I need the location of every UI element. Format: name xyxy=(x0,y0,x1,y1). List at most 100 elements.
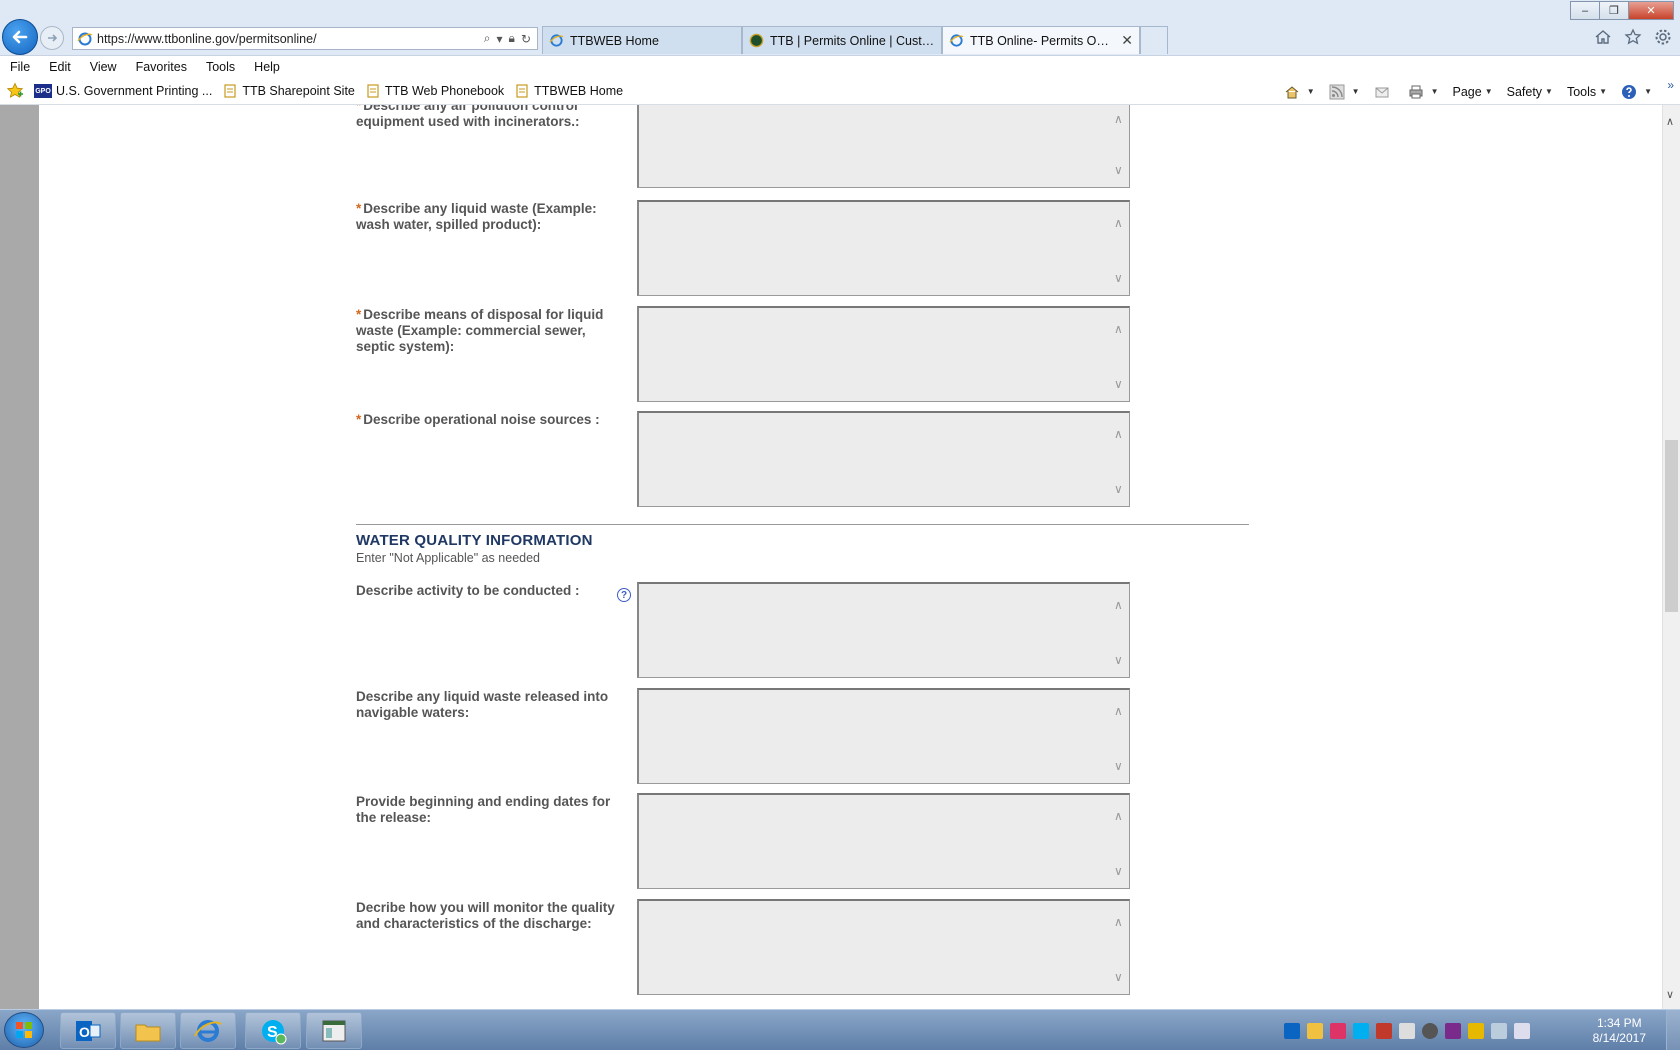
navigable-waters-textarea[interactable]: ∧ ∨ xyxy=(637,688,1130,784)
taskbar-outlook[interactable]: O xyxy=(60,1012,116,1049)
favorites-star-icon[interactable] xyxy=(6,82,24,100)
home-icon[interactable] xyxy=(1594,28,1612,46)
textarea-scrollbar[interactable]: ∧ ∨ xyxy=(1111,584,1129,677)
address-bar[interactable]: https://www.ttbonline.gov/permitsonline/… xyxy=(72,27,538,50)
menu-file[interactable]: File xyxy=(10,60,30,74)
dropdown-arrow-icon[interactable]: ▾ xyxy=(497,32,503,46)
gear-icon[interactable] xyxy=(1654,28,1672,46)
help-icon[interactable]: ? xyxy=(617,588,631,602)
textarea-scrollbar[interactable]: ∧ ∨ xyxy=(1111,202,1129,295)
chevron-up-icon[interactable]: ∧ xyxy=(1114,598,1123,612)
chevron-up-icon[interactable]: ∧ xyxy=(1114,915,1123,929)
chevron-up-icon[interactable]: ∧ xyxy=(1114,704,1123,718)
close-tab-icon[interactable]: ✕ xyxy=(1121,32,1133,49)
outlook-tray-icon[interactable] xyxy=(1284,1022,1300,1039)
close-window-button[interactable]: ✕ xyxy=(1628,1,1674,20)
chevron-up-icon[interactable]: ∧ xyxy=(1114,216,1123,230)
favorite-ttb-phonebook[interactable]: TTB Web Phonebook xyxy=(365,83,504,99)
back-button[interactable] xyxy=(2,19,38,55)
url-text[interactable]: https://www.ttbonline.gov/permitsonline/ xyxy=(97,32,484,46)
chevron-down-icon[interactable]: ∨ xyxy=(1114,482,1123,496)
tab-permits-online-custom[interactable]: TTB | Permits Online | Custom... xyxy=(742,26,942,54)
noise-sources-textarea[interactable]: ∧ ∨ xyxy=(637,411,1130,507)
scrollbar-thumb[interactable] xyxy=(1665,440,1678,612)
minimize-button[interactable]: ‒ xyxy=(1570,1,1600,20)
chevron-more-icon[interactable]: » xyxy=(1667,78,1674,92)
refresh-icon[interactable]: ↻ xyxy=(521,32,531,46)
volume-tray-icon[interactable] xyxy=(1514,1022,1530,1039)
feeds-command[interactable]: ▼ xyxy=(1329,84,1360,100)
favorites-star-icon[interactable] xyxy=(1624,28,1642,46)
print-command[interactable]: ▼ xyxy=(1408,84,1438,100)
chevron-up-icon[interactable]: ∧ xyxy=(1666,115,1674,128)
chevron-down-icon[interactable]: ∨ xyxy=(1114,759,1123,773)
antivirus-tray-icon[interactable] xyxy=(1376,1022,1392,1039)
liquid-waste-textarea[interactable]: ∧ ∨ xyxy=(637,200,1130,296)
chevron-down-icon[interactable]: ∨ xyxy=(1114,653,1123,667)
tab-ttbweb-home[interactable]: TTBWEB Home xyxy=(542,26,742,54)
taskbar-explorer[interactable] xyxy=(120,1012,176,1049)
release-dates-textarea[interactable]: ∧ ∨ xyxy=(637,793,1130,889)
chevron-down-icon[interactable]: ∨ xyxy=(1666,988,1674,1001)
chevron-up-icon[interactable]: ∧ xyxy=(1114,112,1123,126)
new-tab-button[interactable] xyxy=(1140,26,1168,54)
chevron-up-icon[interactable]: ∧ xyxy=(1114,809,1123,823)
safety-menu[interactable]: Safety ▼ xyxy=(1507,85,1553,99)
restore-button[interactable]: ❐ xyxy=(1599,1,1629,20)
menu-favorites[interactable]: Favorites xyxy=(136,60,187,74)
device-tray-icon[interactable] xyxy=(1399,1022,1415,1039)
menu-edit[interactable]: Edit xyxy=(49,60,71,74)
tab-permits-online[interactable]: TTB Online- Permits Online... ✕ xyxy=(942,26,1140,54)
notes-tray-icon[interactable] xyxy=(1307,1022,1323,1039)
taskbar-skype[interactable]: S xyxy=(245,1012,301,1049)
air-pollution-equipment-textarea[interactable]: ∧ ∨ xyxy=(637,105,1130,188)
forward-button[interactable] xyxy=(40,26,64,50)
chevron-down-icon[interactable]: ∨ xyxy=(1114,970,1123,984)
menu-tools[interactable]: Tools xyxy=(206,60,235,74)
chevron-up-icon[interactable]: ∧ xyxy=(1114,427,1123,441)
home-command[interactable]: ▼ xyxy=(1284,84,1315,100)
textarea-scrollbar[interactable]: ∧ ∨ xyxy=(1111,413,1129,506)
menu-help[interactable]: Help xyxy=(254,60,280,74)
start-button[interactable] xyxy=(4,1012,44,1048)
show-desktop-button[interactable] xyxy=(1666,1010,1680,1050)
menu-view[interactable]: View xyxy=(90,60,117,74)
field-label: Provide beginning and ending dates for t… xyxy=(356,794,611,825)
textarea-scrollbar[interactable]: ∧ ∨ xyxy=(1111,795,1129,888)
network-tray-icon[interactable] xyxy=(1491,1022,1507,1039)
required-marker: * xyxy=(356,307,362,322)
textarea-scrollbar[interactable]: ∧ ∨ xyxy=(1111,308,1129,401)
textarea-scrollbar[interactable]: ∧ ∨ xyxy=(1111,690,1129,783)
tab-label: TTB Online- Permits Online... xyxy=(970,33,1113,48)
chevron-down-icon[interactable]: ∨ xyxy=(1114,864,1123,878)
ttb-seal-icon xyxy=(749,33,764,48)
taskbar-internet-explorer[interactable] xyxy=(180,1012,236,1049)
mail-command[interactable] xyxy=(1374,84,1394,100)
favorite-ttb-sharepoint[interactable]: TTB Sharepoint Site xyxy=(222,83,355,99)
favorite-gpo[interactable]: GPO U.S. Government Printing ... xyxy=(34,84,212,98)
sync-tray-icon[interactable] xyxy=(1422,1022,1438,1039)
lock-icon[interactable]: 🔒︎ xyxy=(509,31,515,46)
tools-menu[interactable]: Tools ▼ xyxy=(1567,85,1607,99)
network-tool-tray-icon[interactable] xyxy=(1445,1022,1461,1039)
favorite-ttbweb-home[interactable]: TTBWEB Home xyxy=(514,83,623,99)
chevron-down-icon[interactable]: ∨ xyxy=(1114,271,1123,285)
security-tray-icon[interactable] xyxy=(1468,1022,1484,1039)
textarea-scrollbar[interactable]: ∧ ∨ xyxy=(1111,105,1129,187)
liquid-waste-disposal-textarea[interactable]: ∧ ∨ xyxy=(637,306,1130,402)
chevron-down-icon[interactable]: ∨ xyxy=(1114,377,1123,391)
chevron-down-icon[interactable]: ∨ xyxy=(1114,163,1123,177)
page-scrollbar[interactable]: ∧ ∨ xyxy=(1662,105,1680,1009)
dropdown-caret-icon: ▼ xyxy=(1484,87,1493,96)
page-menu[interactable]: Page ▼ xyxy=(1452,85,1492,99)
discharge-monitoring-textarea[interactable]: ∧ ∨ xyxy=(637,899,1130,995)
textarea-scrollbar[interactable]: ∧ ∨ xyxy=(1111,901,1129,994)
search-icon[interactable]: ⌕ xyxy=(484,31,491,46)
taskbar-clock[interactable]: 1:34 PM 8/14/2017 xyxy=(1593,1016,1646,1046)
skype-tray-icon[interactable] xyxy=(1353,1022,1369,1039)
taskbar-app-window[interactable] xyxy=(306,1012,362,1049)
user-tray-icon[interactable] xyxy=(1330,1022,1346,1039)
activity-textarea[interactable]: ∧ ∨ xyxy=(637,582,1130,678)
help-command[interactable]: ▼ xyxy=(1621,84,1652,100)
chevron-up-icon[interactable]: ∧ xyxy=(1114,322,1123,336)
